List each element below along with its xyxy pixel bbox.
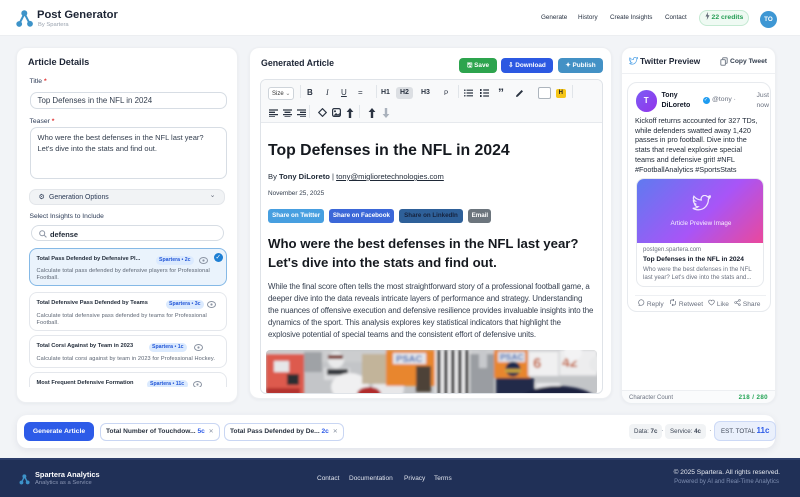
svg-text:PSAC: PSAC [396,354,423,365]
svg-text:PSAC: PSAC [500,352,524,362]
svg-text:6: 6 [533,355,541,372]
